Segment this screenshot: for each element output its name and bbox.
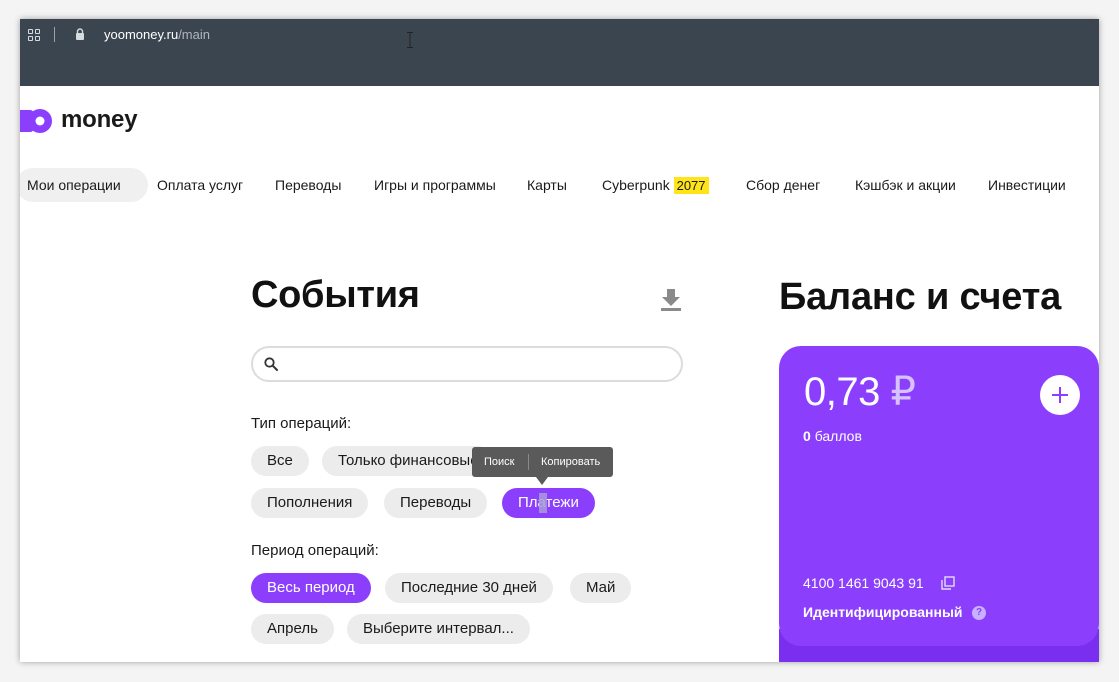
points-label: баллов	[814, 428, 862, 444]
nav-item-cards[interactable]: Карты	[527, 168, 567, 202]
points-balance: 0 баллов	[803, 428, 862, 444]
identification-status[interactable]: Идентифицированный	[803, 604, 963, 620]
address-bar[interactable]: yoomoney.ru/main	[104, 27, 210, 42]
balance-amount: 0,73 ₽	[804, 369, 916, 415]
type-chip-all[interactable]: Все	[251, 446, 309, 476]
type-chip-financial[interactable]: Только финансовые	[322, 446, 492, 476]
nav-item-my-operations[interactable]: Мои операции	[20, 168, 148, 202]
help-icon[interactable]: ?	[972, 606, 986, 620]
period-chip-custom-interval[interactable]: Выберите интервал...	[347, 614, 530, 644]
type-chip-payments[interactable]: Платежи	[502, 488, 595, 518]
toolbar-divider	[54, 27, 55, 42]
balance-value: 0,73	[804, 370, 880, 414]
context-menu-pointer	[536, 477, 548, 485]
nav-item-investments[interactable]: Инвестиции	[988, 168, 1066, 202]
download-icon[interactable]	[660, 287, 682, 311]
nav-item-services[interactable]: Оплата услуг	[157, 168, 243, 202]
nav-item-fundraising[interactable]: Сбор денег	[746, 168, 820, 202]
period-chip-april[interactable]: Апрель	[251, 614, 334, 644]
nav-item-transfers[interactable]: Переводы	[275, 168, 341, 202]
logo-text[interactable]: money	[61, 106, 138, 134]
text-cursor-icon	[407, 32, 413, 48]
type-chip-topups[interactable]: Пополнения	[251, 488, 369, 518]
nav-item-cashback[interactable]: Кэшбэк и акции	[855, 168, 956, 202]
period-chip-all-time[interactable]: Весь период	[251, 573, 371, 603]
balance-title: Баланс и счета	[779, 276, 1062, 318]
add-funds-button[interactable]	[1040, 375, 1080, 415]
period-chip-last-30-days[interactable]: Последние 30 дней	[385, 573, 553, 603]
nav-item-cyberpunk-label: Cyberpunk	[602, 177, 670, 193]
account-number: 4100 1461 9043 91	[803, 575, 924, 591]
period-chip-may[interactable]: Май	[570, 573, 632, 603]
currency-sign: ₽	[890, 370, 916, 414]
context-copy-button[interactable]: Копировать	[541, 447, 600, 477]
search-icon	[264, 357, 278, 371]
lock-icon	[76, 28, 84, 40]
text-selection-highlight	[539, 493, 547, 513]
nav-item-games[interactable]: Игры и программы	[374, 168, 496, 202]
context-search-button[interactable]: Поиск	[484, 447, 514, 477]
events-title: События	[251, 274, 420, 316]
points-value: 0	[803, 428, 811, 444]
url-path: /main	[178, 27, 210, 42]
text-context-menu: Поиск Копировать	[472, 447, 613, 477]
main-nav: Мои операции Оплата услуг Переводы Игры …	[20, 168, 1099, 202]
apps-grid-icon[interactable]	[28, 29, 40, 41]
type-chip-transfers[interactable]: Переводы	[384, 488, 488, 518]
copy-icon[interactable]	[941, 576, 955, 590]
period-label: Период операций:	[251, 542, 379, 559]
yoomoney-logo-icon[interactable]	[20, 107, 54, 135]
context-divider	[528, 454, 529, 470]
nav-item-cyberpunk[interactable]: Cyberpunk 2077	[602, 168, 709, 202]
browser-toolbar: yoomoney.ru/main	[20, 19, 1099, 86]
operation-type-label: Тип операций:	[251, 415, 352, 432]
url-domain: yoomoney.ru	[104, 27, 179, 42]
cyberpunk-badge: 2077	[673, 177, 709, 194]
events-search-input[interactable]	[251, 346, 683, 382]
browser-window: yoomoney.ru/main money Мои операции Опла…	[20, 19, 1099, 662]
